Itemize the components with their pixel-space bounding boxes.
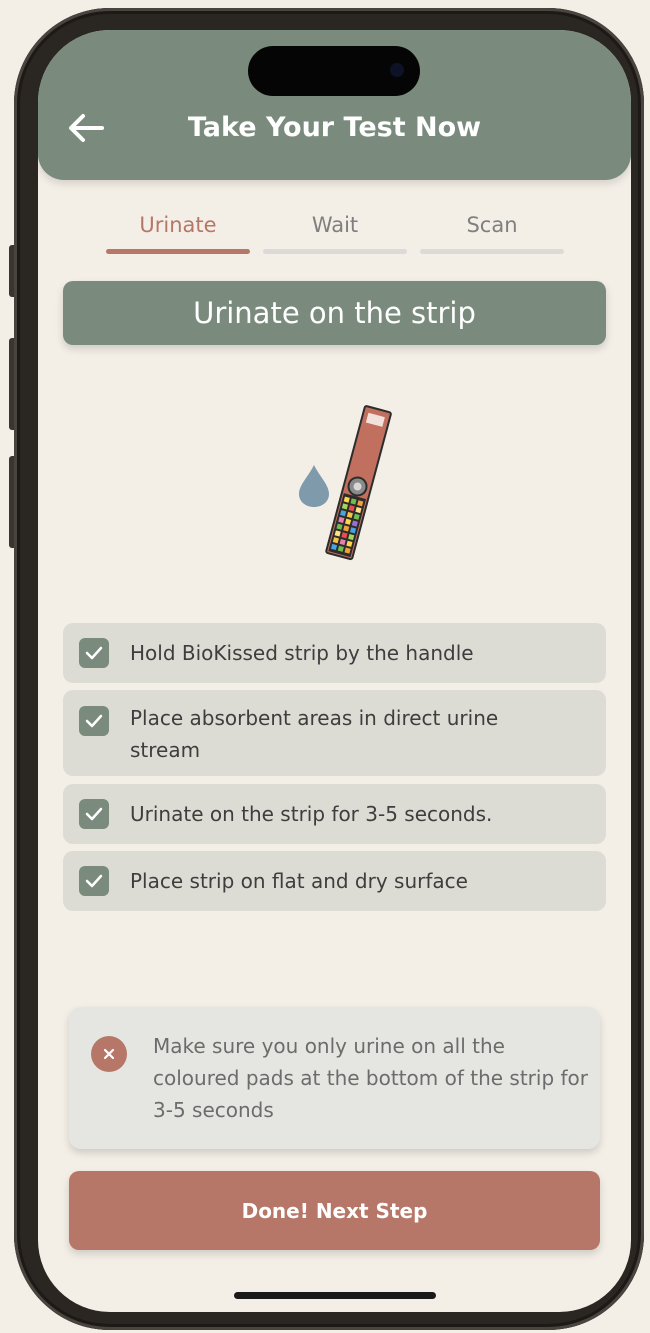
next-step-button[interactable]: Done! Next Step	[69, 1171, 600, 1250]
camera-icon	[390, 63, 404, 77]
app-header: Take Your Test Now	[38, 30, 631, 180]
page-title: Take Your Test Now	[187, 112, 482, 143]
checklist-item[interactable]: Place absorbent areas in direct urine st…	[63, 690, 606, 776]
phone-screen: Take Your Test Now Urinate Wait Scan Uri…	[38, 30, 631, 1312]
warning-callout: Make sure you only urine on all the colo…	[69, 1007, 600, 1149]
tab-urinate[interactable]: Urinate	[106, 212, 250, 254]
tab-label: Urinate	[139, 213, 217, 237]
home-indicator	[234, 1292, 436, 1299]
checkbox-checked-icon[interactable]	[79, 706, 109, 736]
tab-scan[interactable]: Scan	[420, 212, 564, 254]
dynamic-island	[248, 46, 420, 96]
checkbox-checked-icon[interactable]	[79, 866, 109, 896]
tab-wait[interactable]: Wait	[263, 212, 407, 254]
tab-indicator	[420, 249, 564, 254]
checklist-item-text: Place strip on flat and dry surface	[130, 869, 468, 893]
checkbox-checked-icon[interactable]	[79, 638, 109, 668]
tab-label: Scan	[466, 213, 518, 237]
close-circle-icon	[91, 1036, 127, 1072]
step-tabs: Urinate Wait Scan	[106, 212, 566, 254]
checklist-item-text: Urinate on the strip for 3-5 seconds.	[130, 802, 493, 826]
test-illustration	[288, 405, 398, 565]
checklist-item-text: Place absorbent areas in direct urine st…	[130, 706, 499, 762]
test-strip-icon	[325, 405, 392, 561]
tab-indicator	[106, 249, 250, 254]
checklist-item[interactable]: Hold BioKissed strip by the handle	[63, 623, 606, 683]
checklist-item[interactable]: Place strip on flat and dry surface	[63, 851, 606, 911]
tab-label: Wait	[311, 213, 359, 237]
checkbox-checked-icon[interactable]	[79, 799, 109, 829]
tab-indicator	[263, 249, 407, 254]
checklist-item[interactable]: Urinate on the strip for 3-5 seconds.	[63, 784, 606, 844]
warning-text: Make sure you only urine on all the colo…	[153, 1034, 588, 1122]
screenshot-stage: Take Your Test Now Urinate Wait Scan Uri…	[0, 0, 650, 1333]
droplet-icon	[299, 465, 329, 507]
checklist-item-text: Hold BioKissed strip by the handle	[130, 641, 474, 665]
step-banner: Urinate on the strip	[63, 281, 606, 345]
